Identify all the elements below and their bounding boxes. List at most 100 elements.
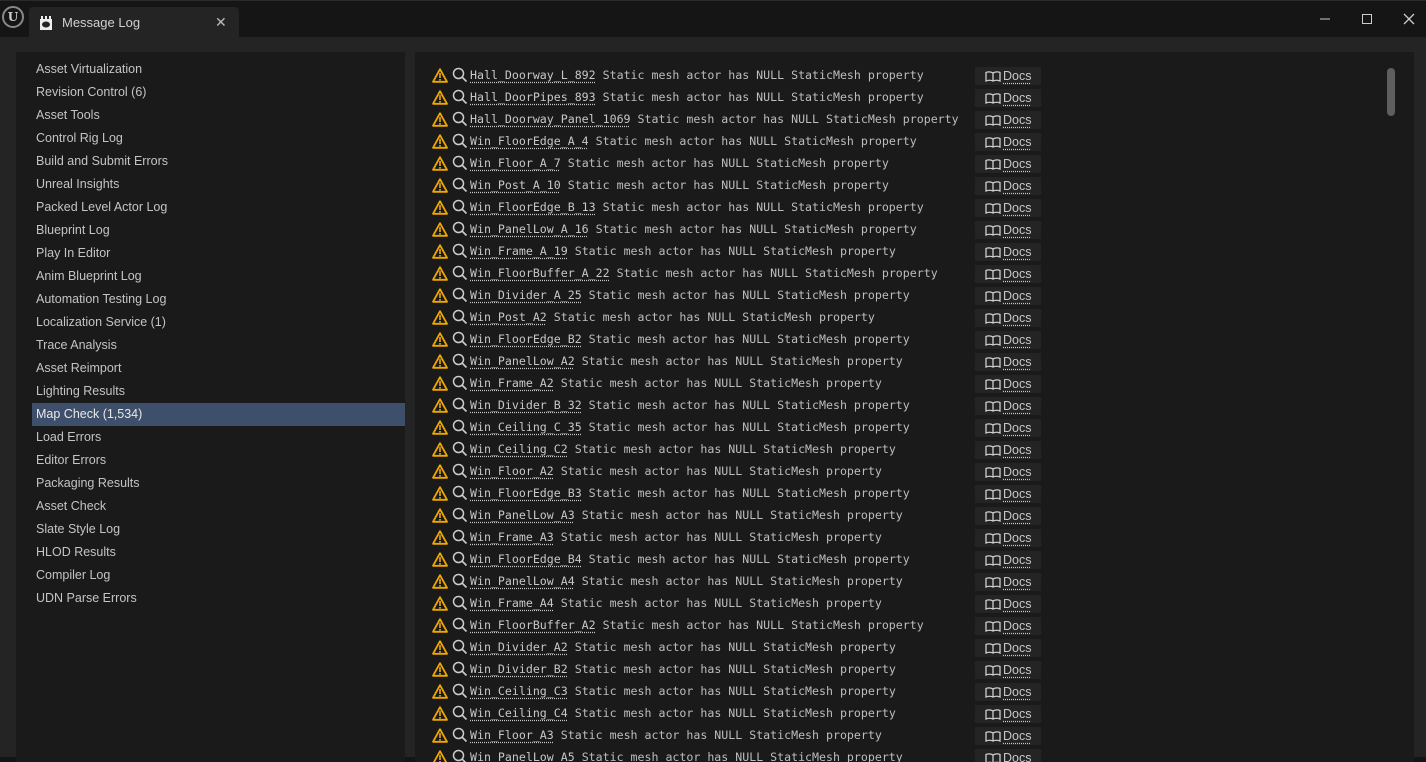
actor-link[interactable]: Hall_Doorway_L_892: [470, 68, 596, 82]
docs-button[interactable]: Docs: [975, 67, 1041, 85]
actor-link[interactable]: Win_Floor_A2: [470, 464, 554, 478]
search-icon[interactable]: [452, 331, 468, 347]
docs-button[interactable]: Docs: [975, 573, 1041, 591]
search-icon[interactable]: [452, 353, 468, 369]
actor-link[interactable]: Win_PanelLow_A_16: [470, 222, 589, 236]
sidebar-item[interactable]: Compiler Log: [32, 564, 405, 587]
actor-link[interactable]: Hall_Doorway_Panel_1069: [470, 112, 631, 126]
actor-link[interactable]: Win_Floor_A3: [470, 728, 554, 742]
sidebar-item[interactable]: Slate Style Log: [32, 518, 405, 541]
docs-button[interactable]: Docs: [975, 397, 1041, 415]
sidebar-item[interactable]: Asset Virtualization: [32, 58, 405, 81]
actor-link[interactable]: Win_FloorEdge_B_13: [470, 200, 596, 214]
sidebar-item[interactable]: Asset Tools: [32, 104, 405, 127]
sidebar-item[interactable]: Lighting Results: [32, 380, 405, 403]
search-icon[interactable]: [452, 89, 468, 105]
actor-link[interactable]: Win_Post_A2: [470, 310, 547, 324]
search-icon[interactable]: [452, 177, 468, 193]
docs-button[interactable]: Docs: [975, 111, 1041, 129]
maximize-icon[interactable]: [1352, 9, 1382, 29]
actor-link[interactable]: Win_Ceiling_C_35: [470, 420, 582, 434]
docs-button[interactable]: Docs: [975, 485, 1041, 503]
search-icon[interactable]: [452, 441, 468, 457]
actor-link[interactable]: Win_Ceiling_C4: [470, 706, 568, 720]
search-icon[interactable]: [452, 243, 468, 259]
docs-button[interactable]: Docs: [975, 551, 1041, 569]
docs-button[interactable]: Docs: [975, 155, 1041, 173]
search-icon[interactable]: [452, 133, 468, 149]
close-window-icon[interactable]: [1394, 9, 1424, 29]
sidebar-item[interactable]: Unreal Insights: [32, 173, 405, 196]
docs-button[interactable]: Docs: [975, 133, 1041, 151]
actor-link[interactable]: Win_Floor_A_7: [470, 156, 561, 170]
docs-button[interactable]: Docs: [975, 309, 1041, 327]
sidebar-item[interactable]: UDN Parse Errors: [32, 587, 405, 610]
sidebar-item[interactable]: Map Check (1,534): [32, 403, 405, 426]
docs-button[interactable]: Docs: [975, 727, 1041, 745]
docs-button[interactable]: Docs: [975, 661, 1041, 679]
sidebar-item[interactable]: Asset Check: [32, 495, 405, 518]
search-icon[interactable]: [452, 551, 468, 567]
search-icon[interactable]: [452, 617, 468, 633]
docs-button[interactable]: Docs: [975, 353, 1041, 371]
search-icon[interactable]: [452, 507, 468, 523]
scrollbar[interactable]: [1387, 68, 1395, 116]
search-icon[interactable]: [452, 397, 468, 413]
search-icon[interactable]: [452, 573, 468, 589]
docs-button[interactable]: Docs: [975, 617, 1041, 635]
sidebar-item[interactable]: Load Errors: [32, 426, 405, 449]
actor-link[interactable]: Win_PanelLow_A2: [470, 354, 575, 368]
sidebar-item[interactable]: Build and Submit Errors: [32, 150, 405, 173]
search-icon[interactable]: [452, 199, 468, 215]
actor-link[interactable]: Win_Post_A_10: [470, 178, 561, 192]
search-icon[interactable]: [452, 419, 468, 435]
search-icon[interactable]: [452, 705, 468, 721]
search-icon[interactable]: [452, 727, 468, 743]
docs-button[interactable]: Docs: [975, 221, 1041, 239]
sidebar-item[interactable]: Anim Blueprint Log: [32, 265, 405, 288]
search-icon[interactable]: [452, 683, 468, 699]
docs-button[interactable]: Docs: [975, 331, 1041, 349]
sidebar-item[interactable]: Blueprint Log: [32, 219, 405, 242]
search-icon[interactable]: [452, 639, 468, 655]
search-icon[interactable]: [452, 529, 468, 545]
search-icon[interactable]: [452, 309, 468, 325]
actor-link[interactable]: Win_Frame_A4: [470, 596, 554, 610]
docs-button[interactable]: Docs: [975, 683, 1041, 701]
search-icon[interactable]: [452, 485, 468, 501]
sidebar-item[interactable]: Automation Testing Log: [32, 288, 405, 311]
actor-link[interactable]: Win_Frame_A2: [470, 376, 554, 390]
close-tab-icon[interactable]: ✕: [215, 14, 227, 31]
search-icon[interactable]: [452, 595, 468, 611]
tab-message-log[interactable]: Message Log ✕: [29, 7, 239, 38]
actor-link[interactable]: Win_FloorEdge_A_4: [470, 134, 589, 148]
search-icon[interactable]: [452, 375, 468, 391]
docs-button[interactable]: Docs: [975, 375, 1041, 393]
actor-link[interactable]: Win_FloorEdge_B4: [470, 552, 582, 566]
actor-link[interactable]: Win_FloorEdge_B3: [470, 486, 582, 500]
docs-button[interactable]: Docs: [975, 287, 1041, 305]
docs-button[interactable]: Docs: [975, 243, 1041, 261]
actor-link[interactable]: Win_FloorBuffer_A_22: [470, 266, 610, 280]
unreal-logo-icon[interactable]: U: [2, 6, 24, 28]
docs-button[interactable]: Docs: [975, 199, 1041, 217]
actor-link[interactable]: Win_Frame_A3: [470, 530, 554, 544]
search-icon[interactable]: [452, 221, 468, 237]
docs-button[interactable]: Docs: [975, 177, 1041, 195]
sidebar-item[interactable]: Play In Editor: [32, 242, 405, 265]
actor-link[interactable]: Win_PanelLow_A4: [470, 574, 575, 588]
docs-button[interactable]: Docs: [975, 89, 1041, 107]
search-icon[interactable]: [452, 111, 468, 127]
actor-link[interactable]: Win_Ceiling_C2: [470, 442, 568, 456]
actor-link[interactable]: Win_Divider_B2: [470, 662, 568, 676]
sidebar-item[interactable]: Localization Service (1): [32, 311, 405, 334]
search-icon[interactable]: [452, 661, 468, 677]
search-icon[interactable]: [452, 463, 468, 479]
docs-button[interactable]: Docs: [975, 441, 1041, 459]
docs-button[interactable]: Docs: [975, 705, 1041, 723]
actor-link[interactable]: Win_Divider_B_32: [470, 398, 582, 412]
search-icon[interactable]: [452, 287, 468, 303]
sidebar-item[interactable]: Revision Control (6): [32, 81, 405, 104]
sidebar-item[interactable]: HLOD Results: [32, 541, 405, 564]
actor-link[interactable]: Win_PanelLow_A3: [470, 508, 575, 522]
